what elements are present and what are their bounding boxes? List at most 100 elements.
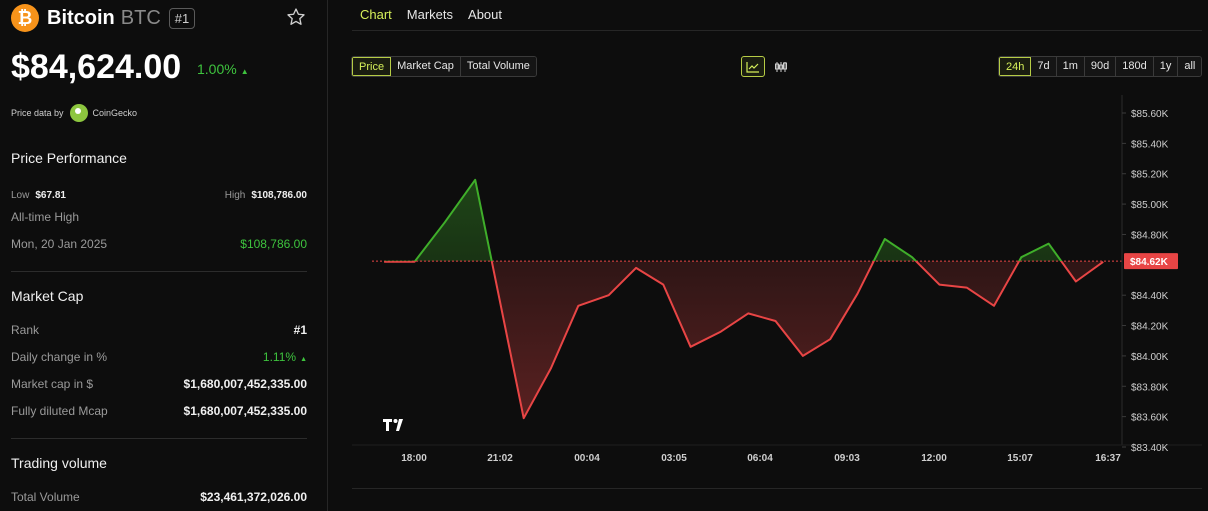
y-tick-label: $85.40K xyxy=(1131,139,1169,150)
data-point[interactable] xyxy=(473,178,477,182)
low-label: Low xyxy=(11,190,30,201)
ath-label: All-time High xyxy=(11,210,80,224)
price-chart[interactable]: $85.60K $85.40K $85.20K $85.00K $84.80K $84.4… xyxy=(352,95,1202,488)
divider xyxy=(11,271,307,272)
x-tick-label: 00:04 xyxy=(574,453,600,464)
data-point[interactable] xyxy=(1047,242,1051,246)
data-point[interactable] xyxy=(549,366,553,370)
range-1y-button[interactable]: 1y xyxy=(1153,57,1179,76)
line-chart-icon xyxy=(746,61,759,73)
data-point[interactable] xyxy=(719,330,723,334)
up-arrow-icon: ▲ xyxy=(240,67,249,76)
data-point[interactable] xyxy=(937,283,941,287)
favorite-star-icon[interactable] xyxy=(286,7,306,27)
price-source-label: Price data by xyxy=(11,108,64,118)
data-point[interactable] xyxy=(910,255,914,259)
ath-value: $108,786.00 xyxy=(240,237,307,251)
x-tick-label: 09:03 xyxy=(834,453,860,464)
data-point[interactable] xyxy=(801,354,805,358)
daily-change-row: Daily change in % 1.11% ▲ xyxy=(11,350,307,364)
data-point[interactable] xyxy=(992,304,996,308)
coin-info-panel: ₿ Bitcoin BTC #1 $84,624.00 1.00% ▲ Price… xyxy=(0,0,328,511)
price-change: 1.00% ▲ xyxy=(197,61,249,77)
data-point[interactable] xyxy=(689,345,693,349)
y-tick-label: $84.40K xyxy=(1131,291,1169,302)
fdv-value: $1,680,007,452,335.00 xyxy=(183,404,307,418)
daily-change-label: Daily change in % xyxy=(11,350,108,364)
tabs-divider xyxy=(352,30,1202,31)
data-point[interactable] xyxy=(661,283,665,287)
data-point[interactable] xyxy=(576,304,580,308)
x-tick-label: 21:02 xyxy=(487,453,513,464)
data-point[interactable] xyxy=(1074,280,1078,284)
data-point[interactable] xyxy=(1019,255,1023,259)
data-point[interactable] xyxy=(413,260,417,264)
data-point[interactable] xyxy=(443,220,447,224)
fdv-row: Fully diluted Mcap $1,680,007,452,335.00 xyxy=(11,404,307,418)
high-label: High xyxy=(224,190,246,201)
range-7d-button[interactable]: 7d xyxy=(1031,57,1057,76)
data-point[interactable] xyxy=(965,286,969,290)
coin-header: ₿ Bitcoin BTC #1 xyxy=(11,4,196,32)
x-tick-label: 15:07 xyxy=(1007,453,1033,464)
time-range-selector: 24h 7d 1m 90d 180d 1y all xyxy=(998,56,1203,77)
rank-value: #1 xyxy=(293,323,307,337)
content-tabs: Chart Markets About xyxy=(360,0,502,30)
y-tick-label: $85.20K xyxy=(1131,170,1169,181)
tab-markets[interactable]: Markets xyxy=(407,0,453,30)
candlestick-button[interactable] xyxy=(769,56,793,77)
price-change-value: 1.00% xyxy=(197,61,237,77)
daily-change-value: 1.11% xyxy=(262,350,297,364)
line-chart-button[interactable] xyxy=(741,56,765,77)
data-point[interactable] xyxy=(774,319,778,323)
data-point[interactable] xyxy=(522,416,526,420)
x-tick-label: 12:00 xyxy=(921,453,947,464)
up-arrow-icon: ▲ xyxy=(300,356,307,363)
fdv-label: Fully diluted Mcap xyxy=(11,404,108,418)
market-cap-row: Market cap in $ $1,680,007,452,335.00 xyxy=(11,377,307,391)
range-90d-button[interactable]: 90d xyxy=(1084,57,1117,76)
current-price-label: $84.62K xyxy=(1130,257,1169,268)
market-cap-title: Market Cap xyxy=(11,288,84,304)
tab-about[interactable]: About xyxy=(468,0,502,30)
tradingview-logo-icon[interactable] xyxy=(383,419,403,431)
data-point[interactable] xyxy=(1101,260,1105,264)
market-cap-label: Market cap in $ xyxy=(11,377,94,391)
y-tick-label: $85.00K xyxy=(1131,200,1169,211)
price-source-provider[interactable]: CoinGecko xyxy=(93,108,138,118)
coin-name: Bitcoin xyxy=(47,6,115,29)
data-point[interactable] xyxy=(634,266,638,270)
metric-selector: Price Market Cap Total Volume xyxy=(351,56,537,77)
price-chart-svg[interactable]: $85.60K $85.40K $85.20K $85.00K $84.80K $84.4… xyxy=(352,95,1202,488)
x-tick-label: 16:37 xyxy=(1095,453,1121,464)
y-tick-label: $84.20K xyxy=(1131,322,1169,333)
data-point[interactable] xyxy=(607,293,611,297)
x-tick-label: 03:05 xyxy=(661,453,687,464)
range-all-button[interactable]: all xyxy=(1178,57,1202,76)
y-tick-label: $85.60K xyxy=(1131,109,1169,120)
y-tick-label: $83.80K xyxy=(1131,382,1169,393)
price-performance-title: Price Performance xyxy=(11,150,127,166)
range-1m-button[interactable]: 1m xyxy=(1056,57,1085,76)
rank-badge: #1 xyxy=(168,7,196,29)
price-source: Price data by CoinGecko xyxy=(11,104,137,122)
bitcoin-logo-icon: ₿ xyxy=(11,4,39,32)
data-point[interactable] xyxy=(746,311,750,315)
metric-price-button[interactable]: Price xyxy=(352,57,392,76)
total-volume-row: Total Volume $23,461,372,026.00 xyxy=(11,490,307,504)
data-point[interactable] xyxy=(828,337,832,341)
metric-total-volume-button[interactable]: Total Volume xyxy=(460,57,536,76)
total-volume-value: $23,461,372,026.00 xyxy=(200,490,307,504)
tab-chart[interactable]: Chart xyxy=(360,0,392,30)
ath-row: All-time High xyxy=(11,210,307,224)
data-point[interactable] xyxy=(883,237,887,241)
range-24h-button[interactable]: 24h xyxy=(999,57,1032,76)
chart-bottom-divider xyxy=(352,488,1202,489)
metric-market-cap-button[interactable]: Market Cap xyxy=(391,57,461,76)
data-point[interactable] xyxy=(856,292,860,296)
data-point[interactable] xyxy=(382,260,386,264)
chart-view-selector xyxy=(741,56,793,77)
range-180d-button[interactable]: 180d xyxy=(1116,57,1154,76)
area-below-reference xyxy=(384,261,1104,419)
x-tick-label: 18:00 xyxy=(401,453,427,464)
